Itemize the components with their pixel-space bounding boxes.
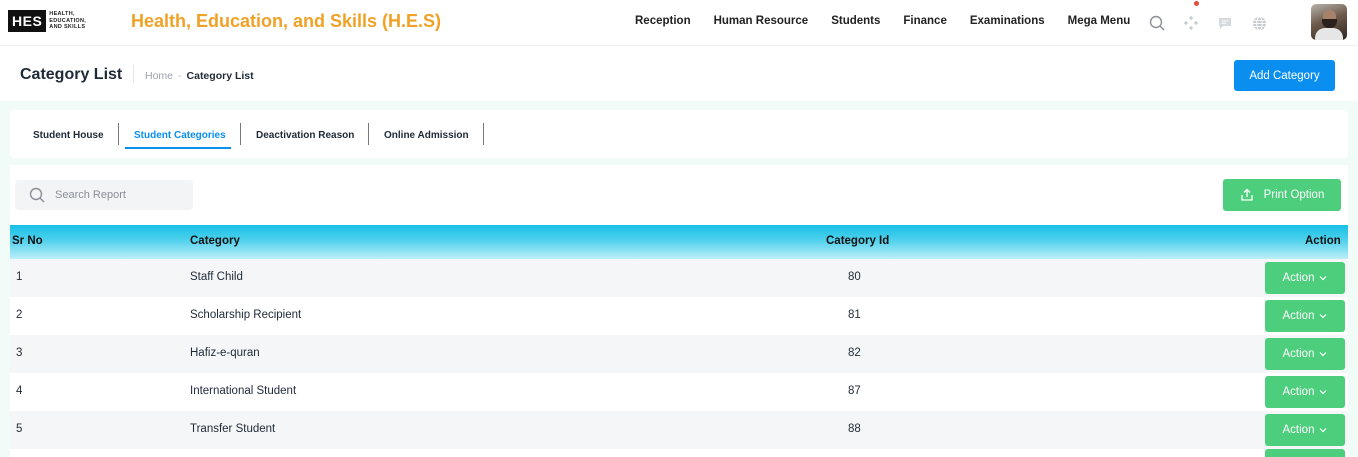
page-title: Category List [20,66,123,83]
cell-category-id: 81 [848,309,861,321]
search-icon [29,187,45,203]
print-option-button[interactable]: Print Option [1223,179,1341,211]
action-label: Action [1282,348,1315,360]
tab-divider [368,123,369,145]
col-category[interactable]: Category [190,235,240,247]
cell-category: Scholarship Recipient [190,309,302,321]
row-action-button[interactable]: Action [1265,300,1345,332]
page-header: Category List Home - Category List [0,47,1358,101]
logo-word-3: AND SKILLS [49,24,86,31]
tab-student-categories[interactable]: Student Categories [134,130,226,141]
cell-category: Staff Child [190,271,243,283]
user-avatar[interactable] [1311,4,1347,40]
apps-grid-icon[interactable] [1174,0,1208,46]
row-action-button[interactable]: Action [1265,338,1345,370]
search-input[interactable] [55,189,185,201]
action-label: Action [1282,272,1315,284]
col-sr-no[interactable]: Sr No [12,235,43,247]
search-icon[interactable] [1140,0,1174,46]
header-icons [1140,0,1276,46]
action-label: Action [1282,386,1315,398]
nav-students[interactable]: Students [831,15,880,27]
cell-sr-no: 1 [16,271,23,283]
active-tab-underline [125,147,231,149]
cell-category: Transfer Student [190,423,276,435]
cell-sr-no: 5 [16,423,23,435]
cell-category-id: 88 [848,423,861,435]
notification-dot [1194,1,1199,6]
action-label: Action [1282,424,1315,436]
table-row: 4 International Student 87 Action [10,373,1348,411]
row-action-button-partial[interactable] [1265,449,1345,457]
table-row: 2 Scholarship Recipient 81 Action [10,297,1348,335]
cell-category-id: 80 [848,271,861,283]
search-box[interactable] [15,180,193,210]
cell-sr-no: 3 [16,347,23,359]
breadcrumb-separator: - [178,70,182,82]
print-option-label: Print Option [1263,189,1325,201]
chevron-down-icon [1319,313,1327,319]
nav-examinations[interactable]: Examinations [970,15,1045,27]
avatar-shirt [1315,28,1343,40]
cell-sr-no: 4 [16,385,23,397]
tab-divider [240,123,241,145]
tab-divider [483,123,484,145]
tab-student-house[interactable]: Student House [33,130,104,141]
cell-category: Hafiz-e-quran [190,347,260,359]
upload-icon [1240,188,1253,201]
breadcrumb: Home - Category List [145,70,254,82]
table-row: 5 Transfer Student 88 Action [10,411,1348,449]
cell-category-id: 87 [848,385,861,397]
chevron-down-icon [1319,389,1327,395]
col-action[interactable]: Action [1305,235,1341,247]
cell-sr-no: 2 [16,309,23,321]
logo-mark: HES [8,10,47,32]
category-table-card: Print Option Sr No Category Category Id … [10,165,1348,457]
breadcrumb-home[interactable]: Home [145,70,173,82]
row-action-button[interactable]: Action [1265,262,1345,294]
category-tabs: Student House Student Categories Deactiv… [10,110,1348,158]
breadcrumb-current: Category List [186,70,254,82]
avatar-beard [1322,19,1337,28]
app-title: Health, Education, and Skills (H.E.S) [131,11,442,31]
cell-category: International Student [190,385,297,397]
table-row: 3 Hafiz-e-quran 82 Action [10,335,1348,373]
nav-mega-menu[interactable]: Mega Menu [1068,15,1131,27]
add-category-button[interactable]: Add Category [1234,60,1335,91]
chevron-down-icon [1319,351,1327,357]
row-action-button[interactable]: Action [1265,414,1345,446]
nav-reception[interactable]: Reception [635,15,691,27]
top-navbar: HES HEALTH, EDUCATION, AND SKILLS Health… [0,0,1358,46]
main-nav: Reception Human Resource Students Financ… [635,15,1153,27]
tab-divider [118,123,119,145]
tab-online-admission[interactable]: Online Admission [384,130,469,141]
message-icon[interactable] [1208,0,1242,46]
col-category-id[interactable]: Category Id [826,235,889,247]
breadcrumb-divider [133,65,134,83]
globe-icon[interactable] [1242,0,1276,46]
table-row: 1 Staff Child 80 Action [10,259,1348,297]
tab-deactivation-reason[interactable]: Deactivation Reason [256,130,354,141]
row-action-button[interactable]: Action [1265,376,1345,408]
action-label: Action [1282,310,1315,322]
nav-finance[interactable]: Finance [903,15,946,27]
logo-words: HEALTH, EDUCATION, AND SKILLS [49,11,86,31]
chevron-down-icon [1319,275,1327,281]
chevron-down-icon [1319,427,1327,433]
nav-human-resource[interactable]: Human Resource [714,15,809,27]
cell-category-id: 82 [848,347,861,359]
hes-logo[interactable]: HES HEALTH, EDUCATION, AND SKILLS [8,9,86,33]
table-header: Sr No Category Category Id Action [10,225,1348,259]
